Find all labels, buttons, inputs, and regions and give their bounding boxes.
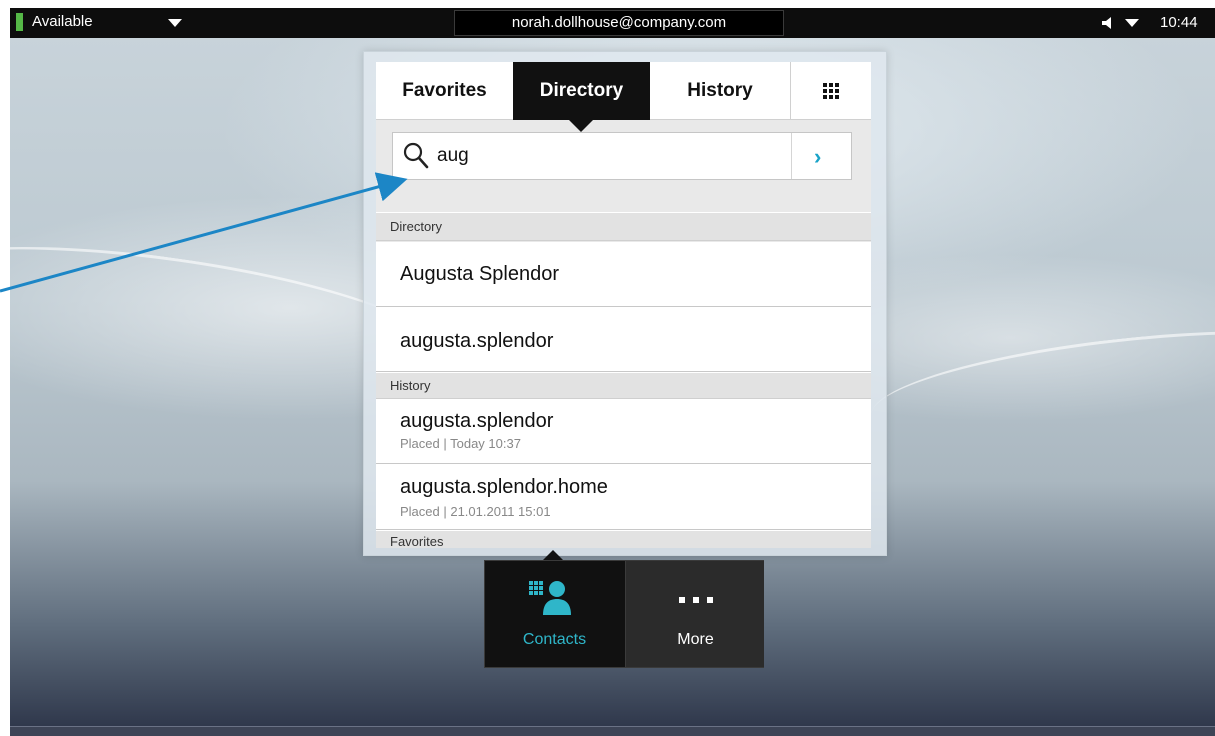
- search-icon: [403, 142, 429, 169]
- section-header-favorites: Favorites: [376, 530, 871, 548]
- tab-favorites[interactable]: Favorites: [376, 62, 513, 120]
- contacts-label: Contacts: [522, 631, 587, 648]
- section-header-history: History: [376, 372, 871, 399]
- search-box[interactable]: ›: [392, 132, 852, 180]
- list-item[interactable]: Augusta Splendor: [376, 242, 871, 307]
- tab-directory[interactable]: Directory: [513, 62, 650, 120]
- call-detail: Placed | 21.01.2011 15:01: [400, 504, 551, 519]
- presence-indicator: [16, 13, 23, 31]
- call-detail: Placed | Today 10:37: [400, 436, 521, 451]
- chevron-right-icon: ›: [814, 144, 822, 169]
- presence-status[interactable]: Available: [32, 13, 93, 30]
- active-tab-pointer: [569, 120, 593, 132]
- background-swoosh: [866, 311, 1215, 465]
- more-dots-icon: [679, 597, 713, 603]
- list-item[interactable]: augusta.splendor: [376, 307, 871, 372]
- section-header-directory: Directory: [376, 212, 871, 241]
- list-item[interactable]: augusta.splendor Placed | Today 10:37: [376, 399, 871, 464]
- contacts-panel: Favorites Directory History aug › Direct…: [363, 51, 887, 556]
- tab-keypad[interactable]: [790, 62, 871, 120]
- contact-name: augusta.splendor: [400, 410, 554, 432]
- search-area: ›: [376, 121, 871, 199]
- account-address: norah.dollhouse@company.com: [454, 10, 784, 36]
- tab-history[interactable]: History: [650, 62, 790, 120]
- list-item[interactable]: augusta.splendor.home Placed | 21.01.201…: [376, 464, 871, 530]
- volume-caret-icon[interactable]: [1125, 19, 1139, 27]
- status-bar: Available norah.dollhouse@company.com 10…: [10, 8, 1215, 38]
- contacts-icon: [529, 581, 571, 615]
- contacts-panel-content: Favorites Directory History aug › Direct…: [376, 62, 871, 548]
- contact-name: augusta.splendor: [400, 330, 554, 352]
- desktop-background: Available norah.dollhouse@company.com 10…: [10, 8, 1215, 736]
- clock: 10:44: [1160, 14, 1198, 31]
- volume-icon[interactable]: [1102, 17, 1116, 29]
- search-input[interactable]: [437, 141, 797, 171]
- status-caret-icon[interactable]: [168, 19, 182, 27]
- more-button[interactable]: More: [625, 561, 764, 667]
- keypad-grid-icon: [823, 83, 840, 100]
- contacts-button[interactable]: Contacts: [485, 561, 624, 667]
- more-label: More: [677, 631, 714, 648]
- contact-name: Augusta Splendor: [400, 263, 560, 285]
- contact-name: augusta.splendor.home: [400, 476, 608, 498]
- search-go-button[interactable]: ›: [791, 133, 851, 179]
- tab-bar: Favorites Directory History: [376, 62, 871, 120]
- taskbar-strip: [10, 726, 1215, 736]
- bottom-dock: Contacts More: [484, 560, 764, 668]
